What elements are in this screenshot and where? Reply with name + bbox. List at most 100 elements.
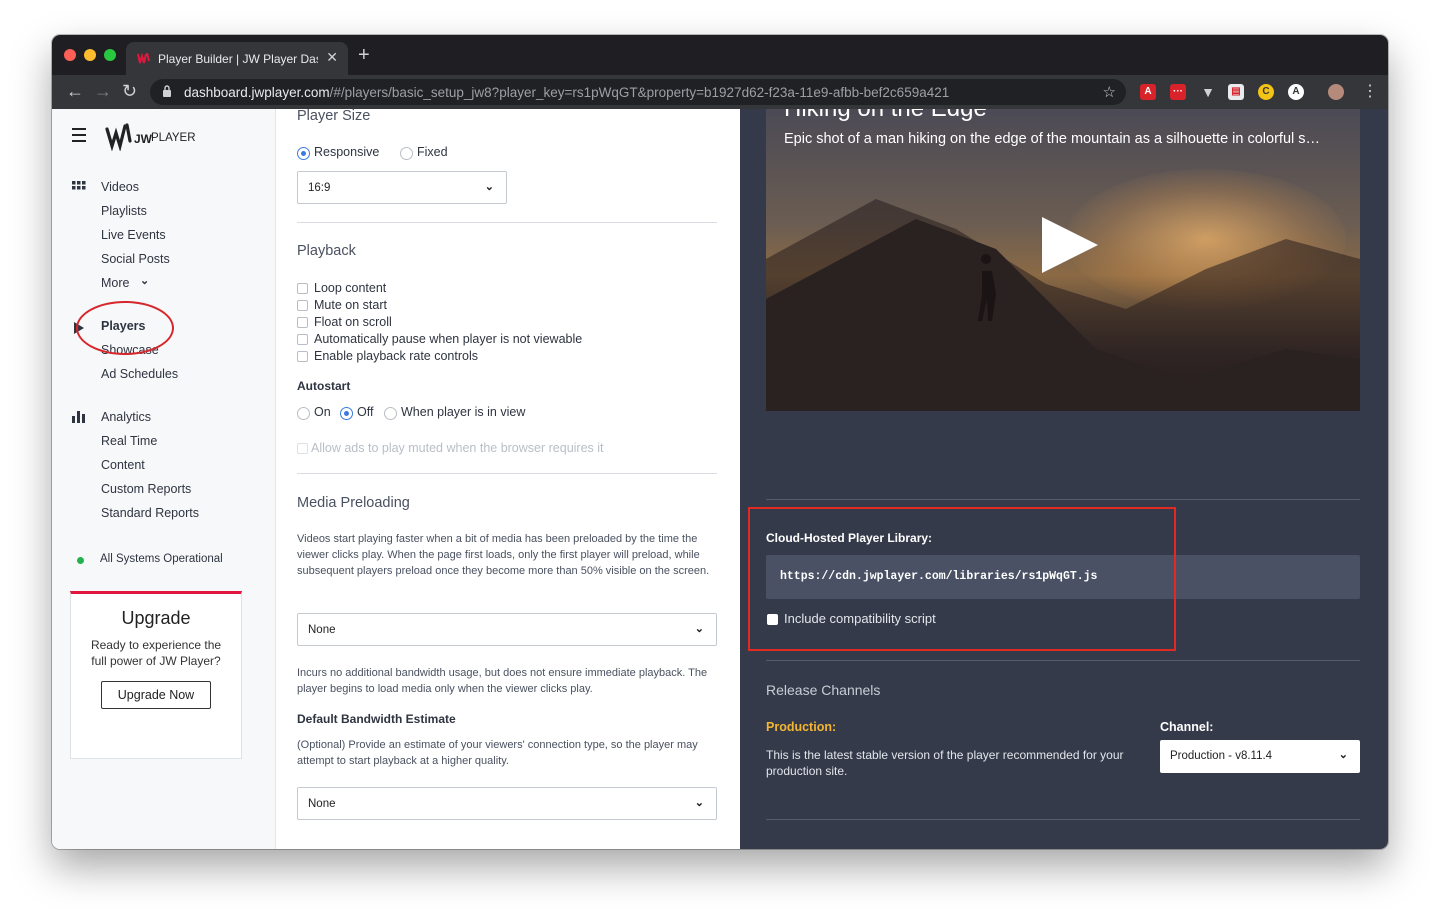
hamburger-menu-icon[interactable] [72, 128, 86, 146]
release-channels-title: Release Channels [766, 682, 881, 698]
upgrade-text: Ready to experience the full power of JW… [90, 638, 222, 668]
system-status[interactable]: All Systems Operational [100, 553, 223, 565]
float-on-scroll-label: Float on scroll [314, 315, 392, 329]
chevron-down-icon[interactable]: ⌄ [140, 274, 149, 287]
loop-content-checkbox[interactable] [297, 283, 308, 294]
annotation-circle [76, 301, 174, 355]
extension-c-icon[interactable]: C [1258, 84, 1274, 100]
forward-icon[interactable]: → [94, 81, 112, 102]
chevron-down-icon: ⌄ [484, 181, 494, 193]
autostart-on-radio[interactable] [297, 407, 310, 420]
settings-panel: Player Size Responsive Fixed 16:9 ⌄ Play… [277, 108, 739, 849]
jwplayer-logo[interactable]: JW PLAYER [104, 121, 196, 151]
autostart-on-label: On [314, 405, 331, 419]
bandwidth-label: Default Bandwidth Estimate [297, 712, 456, 726]
playback-rate-label: Enable playback rate controls [314, 349, 478, 363]
fixed-radio[interactable] [400, 147, 413, 160]
autostart-off-radio[interactable] [340, 407, 353, 420]
play-button-icon[interactable] [1042, 217, 1098, 273]
extension-angular-icon[interactable]: A [1288, 84, 1304, 100]
media-preloading-title: Media Preloading [297, 495, 410, 511]
preview-divider [766, 819, 1360, 820]
channel-select[interactable]: Production - v8.11.4 ⌄ [1160, 740, 1360, 773]
video-description: Epic shot of a man hiking on the edge of… [784, 131, 1321, 147]
new-tab-icon[interactable]: + [358, 44, 370, 67]
reload-icon[interactable]: ↻ [122, 81, 137, 102]
extension-doc-icon[interactable]: ▤ [1228, 84, 1244, 100]
playback-title: Playback [297, 243, 356, 259]
allow-ads-label: Allow ads to play muted when the browser… [311, 441, 604, 455]
upgrade-title: Upgrade [121, 608, 191, 628]
sidebar-item-content[interactable]: Content [101, 458, 145, 472]
sidebar-item-live-events[interactable]: Live Events [101, 228, 166, 242]
float-on-scroll-checkbox[interactable] [297, 317, 308, 328]
sidebar-item-real-time[interactable]: Real Time [101, 434, 157, 448]
sidebar-item-more[interactable]: More [101, 276, 129, 290]
preloading-note: Incurs no additional bandwidth usage, bu… [297, 667, 708, 695]
video-title: Hiking on the Edge [784, 109, 987, 123]
auto-pause-checkbox[interactable] [297, 334, 308, 345]
browser-tab[interactable]: Player Builder | JW Player Dashb ✕ [126, 42, 348, 75]
section-divider [297, 222, 717, 223]
close-window-button[interactable] [64, 49, 76, 61]
back-icon[interactable]: ← [66, 81, 84, 102]
maximize-window-button[interactable] [104, 49, 116, 61]
bandwidth-select[interactable]: None ⌄ [297, 787, 717, 820]
profile-avatar[interactable] [1328, 84, 1344, 100]
sidebar-item-playlists[interactable]: Playlists [101, 204, 147, 218]
url-path: /#/players/basic_setup_jw8?player_key=rs… [329, 85, 950, 100]
autostart-label: Autostart [297, 379, 351, 393]
annotation-box [748, 507, 1176, 651]
url-host: dashboard.jwplayer.com [184, 85, 330, 100]
tab-bar: Player Builder | JW Player Dashb ✕ + [52, 35, 1388, 75]
extension-a-icon[interactable]: A [1140, 84, 1156, 100]
responsive-label: Responsive [314, 145, 380, 159]
status-indicator-icon [77, 557, 84, 564]
preloading-description: Videos start playing faster when a bit o… [297, 533, 710, 577]
fixed-label: Fixed [417, 145, 448, 159]
jwplayer-favicon-icon [137, 52, 150, 64]
sidebar-item-videos[interactable]: Videos [101, 180, 139, 194]
channel-label: Channel: [1160, 720, 1214, 734]
bandwidth-description: (Optional) Provide an estimate of your v… [297, 739, 698, 767]
production-label: Production: [766, 720, 837, 734]
autostart-inview-radio[interactable] [384, 407, 397, 420]
chevron-down-icon: ⌄ [1338, 749, 1348, 761]
logo-brand: JW [134, 132, 152, 146]
grid-icon [72, 181, 86, 190]
mute-on-start-label: Mute on start [314, 298, 387, 312]
sidebar-item-analytics[interactable]: Analytics [101, 410, 151, 424]
channel-value: Production - v8.11.4 [1170, 750, 1273, 762]
responsive-radio[interactable] [297, 147, 310, 160]
tab-close-icon[interactable]: ✕ [326, 49, 338, 66]
extension-v-icon[interactable]: ▼ [1200, 84, 1216, 100]
tab-title: Player Builder | JW Player Dashb [158, 52, 318, 66]
browser-menu-icon[interactable]: ⋮ [1362, 81, 1378, 101]
chevron-down-icon: ⌄ [694, 623, 704, 635]
lock-icon [163, 85, 171, 97]
sidebar-item-custom-reports[interactable]: Custom Reports [101, 482, 191, 496]
chevron-down-icon: ⌄ [694, 797, 704, 809]
video-player[interactable]: Hiking on the Edge Epic shot of a man hi… [766, 109, 1360, 411]
jw-logo-mark-icon [105, 123, 132, 151]
playback-rate-checkbox[interactable] [297, 351, 308, 362]
allow-ads-checkbox[interactable] [297, 443, 308, 454]
extension-dots-icon[interactable]: ··· [1170, 84, 1186, 100]
player-size-title: Player Size [297, 108, 371, 124]
aspect-ratio-value: 16:9 [308, 182, 331, 194]
bandwidth-value: None [308, 798, 336, 810]
url-field[interactable]: dashboard.jwplayer.com/#/players/basic_s… [150, 79, 1126, 105]
logo-name: PLAYER [151, 132, 196, 144]
sidebar-item-standard-reports[interactable]: Standard Reports [101, 506, 199, 520]
upgrade-now-button[interactable]: Upgrade Now [101, 681, 211, 709]
preloading-select[interactable]: None ⌄ [297, 613, 717, 646]
minimize-window-button[interactable] [84, 49, 96, 61]
mute-on-start-checkbox[interactable] [297, 300, 308, 311]
sidebar-item-ad-schedules[interactable]: Ad Schedules [101, 367, 178, 381]
bookmark-star-icon[interactable]: ☆ [1103, 83, 1116, 101]
aspect-ratio-select[interactable]: 16:9 ⌄ [297, 171, 507, 204]
sidebar-item-social-posts[interactable]: Social Posts [101, 252, 170, 266]
bar-chart-icon [72, 411, 85, 423]
production-description: This is the latest stable version of the… [766, 748, 1124, 778]
section-divider [297, 473, 717, 474]
